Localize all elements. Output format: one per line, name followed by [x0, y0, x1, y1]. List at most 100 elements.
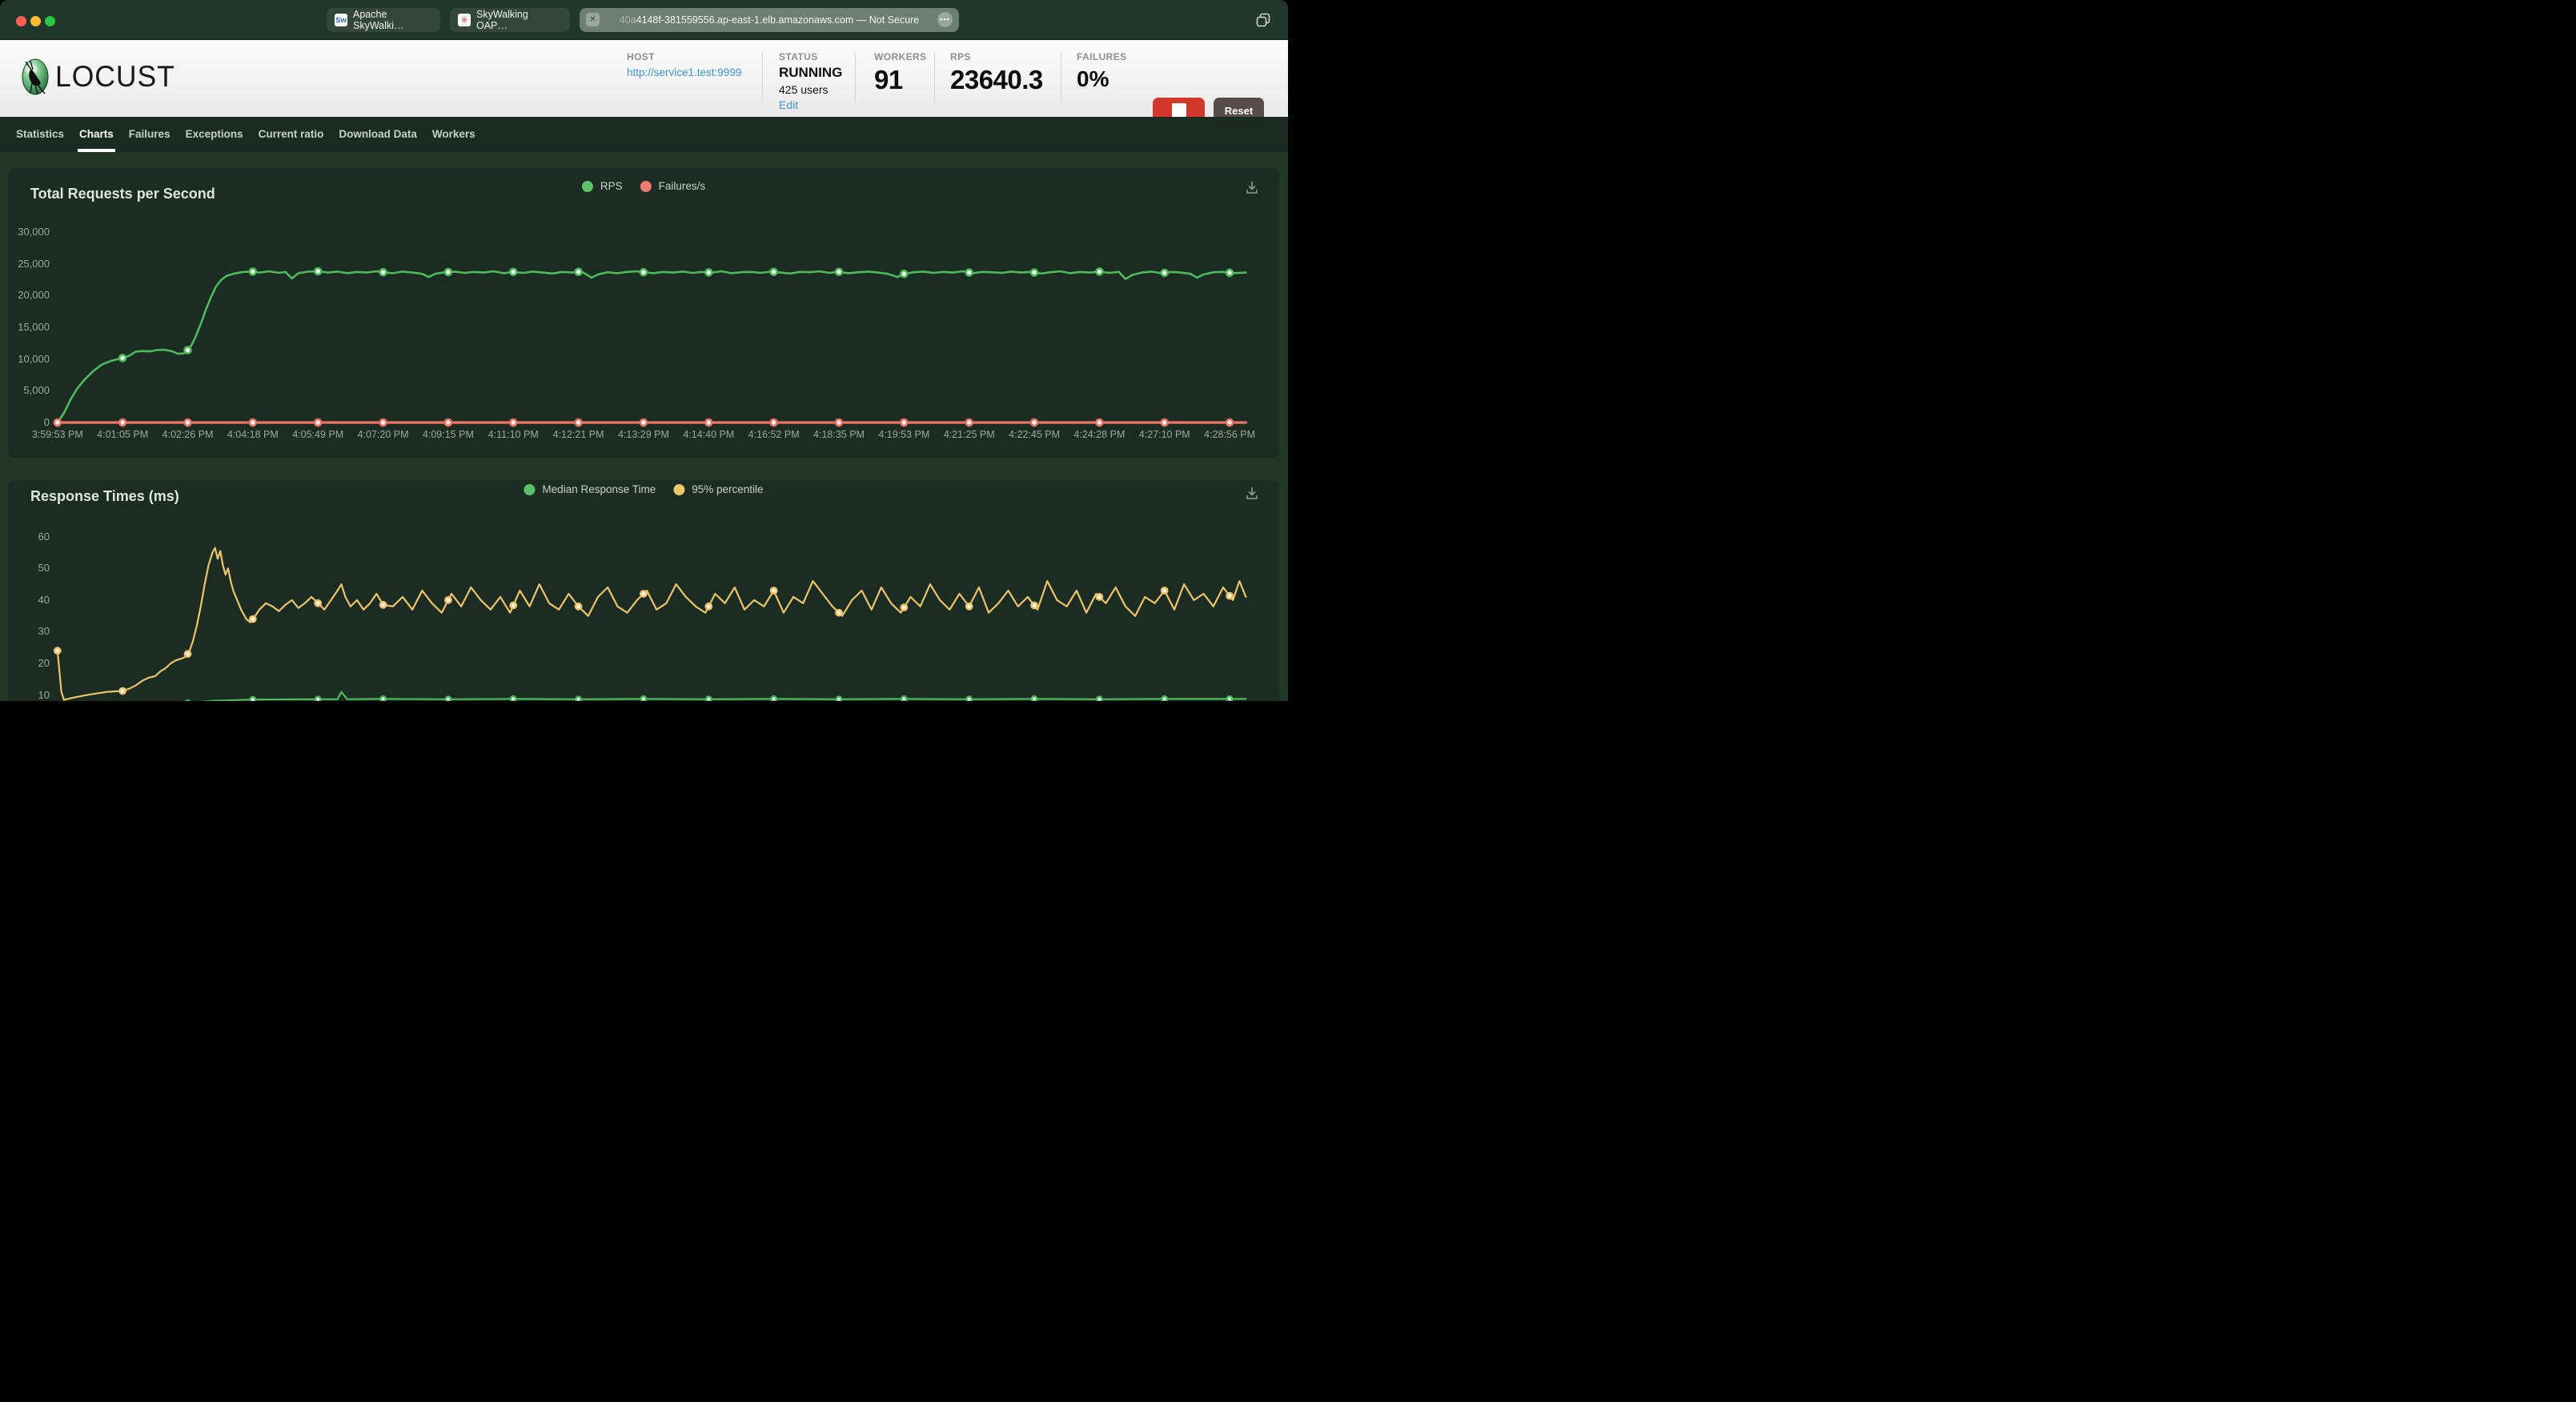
nav-tab-workers[interactable]: Workers — [432, 117, 475, 152]
stop-icon — [1171, 103, 1186, 118]
series-marker — [183, 418, 192, 427]
nav-tab-current-ratio[interactable]: Current ratio — [259, 117, 324, 152]
series-marker — [704, 602, 713, 611]
series-marker — [704, 418, 713, 427]
address-url: 40a4148f-381559556.ap-east-1.elb.amazona… — [619, 14, 920, 26]
window-close-button[interactable] — [16, 16, 26, 26]
series-marker — [508, 418, 518, 427]
x-axis-label: 4:16:52 PM — [748, 429, 800, 440]
nav-tab-exceptions[interactable]: Exceptions — [186, 117, 243, 152]
browser-tab-active-url[interactable]: ✕ 40a4148f-381559556.ap-east-1.elb.amazo… — [580, 8, 959, 32]
browser-tab-skywalking-oap[interactable]: ✳ SkyWalking OAP… — [450, 8, 570, 32]
series-marker — [313, 266, 323, 276]
series-marker — [834, 267, 844, 277]
failures-value: 0% — [1077, 66, 1109, 91]
y-axis-label: 30,000 — [18, 225, 50, 238]
series-marker — [574, 267, 583, 277]
stat-failures: FAILURES 0% — [1077, 51, 1127, 92]
y-axis-label: 5,000 — [23, 384, 50, 397]
edit-link[interactable]: Edit — [779, 98, 842, 111]
y-axis-label: 25,000 — [18, 257, 50, 270]
series-marker — [118, 354, 127, 363]
series-marker — [900, 695, 908, 701]
main-nav: Statistics Charts Failures Exceptions Curren… — [0, 117, 1288, 152]
series-marker — [640, 695, 648, 701]
y-axis-label: 40 — [38, 593, 50, 606]
series-marker — [769, 418, 778, 427]
series-marker — [900, 603, 909, 611]
series-line-rps — [56, 270, 1247, 424]
browser-chrome: Sw Apache SkyWalki… ✳ SkyWalking OAP… ✕ … — [0, 0, 1288, 40]
status-label: STATUS — [779, 51, 818, 62]
series-marker — [444, 695, 452, 701]
x-axis-label: 4:01:05 PM — [97, 429, 149, 440]
window-zoom-button[interactable] — [45, 16, 55, 26]
series-marker — [379, 600, 387, 609]
y-axis-label: 10,000 — [18, 352, 50, 365]
x-axis-label: 4:11:10 PM — [488, 429, 539, 440]
series-marker — [834, 418, 844, 427]
nav-tab-download-data[interactable]: Download Data — [339, 117, 417, 152]
stat-rps: RPS 23640.3 — [950, 51, 1043, 95]
host-link[interactable]: http://service1.test:9999 — [627, 66, 741, 78]
tab-more-icon[interactable]: ••• — [937, 12, 953, 27]
nav-tab-statistics[interactable]: Statistics — [16, 117, 64, 152]
locust-logo — [22, 58, 49, 95]
stat-divider — [855, 53, 856, 102]
x-axis-label: 4:12:21 PM — [552, 429, 604, 440]
rps-value: 23640.3 — [950, 65, 1043, 94]
series-marker — [1160, 587, 1169, 595]
series-marker — [1225, 268, 1234, 278]
nav-tab-charts[interactable]: Charts — [78, 117, 115, 152]
series-marker — [1030, 695, 1038, 701]
status-value: RUNNING — [779, 65, 843, 80]
series-marker — [965, 602, 973, 611]
y-axis-label: 30 — [38, 625, 50, 638]
window-minimize-button[interactable] — [30, 16, 41, 26]
series-marker — [965, 268, 973, 277]
series-marker — [574, 602, 583, 611]
series-marker — [704, 268, 713, 277]
browser-tab-apache-skywalking[interactable]: Sw Apache SkyWalki… — [327, 8, 440, 32]
series-marker — [183, 346, 192, 355]
tab-close-icon[interactable]: ✕ — [586, 13, 600, 26]
x-axis-label: 4:05:49 PM — [292, 429, 344, 440]
y-axis-label: 0 — [43, 416, 50, 428]
x-axis-label: 4:19:53 PM — [878, 429, 930, 440]
series-marker — [509, 601, 518, 610]
series-marker — [1225, 418, 1234, 427]
y-axis-label: 20,000 — [18, 289, 50, 302]
series-marker — [1030, 601, 1038, 610]
series-marker — [640, 590, 648, 598]
main-content: Total Requests per Second RPS Failures/s … — [0, 152, 1288, 701]
tab-overview-icon[interactable] — [1254, 11, 1272, 29]
series-marker — [769, 267, 778, 277]
tab-title: Apache SkyWalki… — [353, 9, 404, 31]
x-axis-label: 4:28:56 PM — [1204, 429, 1256, 440]
series-marker — [379, 418, 387, 427]
series-marker — [1226, 695, 1234, 701]
x-axis-label: 4:02:26 PM — [162, 429, 214, 440]
series-marker — [1029, 418, 1039, 427]
response-times-chart-plot — [53, 547, 1247, 701]
series-marker — [379, 695, 387, 701]
series-marker — [314, 599, 323, 607]
series-marker — [835, 608, 843, 617]
x-axis-label: 4:14:40 PM — [683, 429, 735, 440]
nav-tab-failures[interactable]: Failures — [129, 117, 171, 152]
series-marker — [248, 418, 258, 427]
series-marker — [118, 418, 127, 427]
series-marker — [313, 418, 323, 427]
x-axis-label: 4:24:28 PM — [1073, 429, 1125, 440]
series-marker — [443, 267, 453, 277]
chart-card-response-times: Response Times (ms) Median Response Time… — [8, 480, 1279, 701]
rps-chart-plot — [53, 266, 1247, 427]
series-marker — [900, 269, 909, 278]
workers-value: 91 — [874, 65, 903, 94]
series-marker — [443, 418, 453, 427]
y-axis-label: 15,000 — [18, 320, 50, 333]
x-axis-label: 4:07:20 PM — [357, 429, 409, 440]
series-marker — [1095, 695, 1103, 701]
skywalking-oap-favicon: ✳ — [458, 14, 471, 26]
series-marker — [574, 418, 583, 427]
